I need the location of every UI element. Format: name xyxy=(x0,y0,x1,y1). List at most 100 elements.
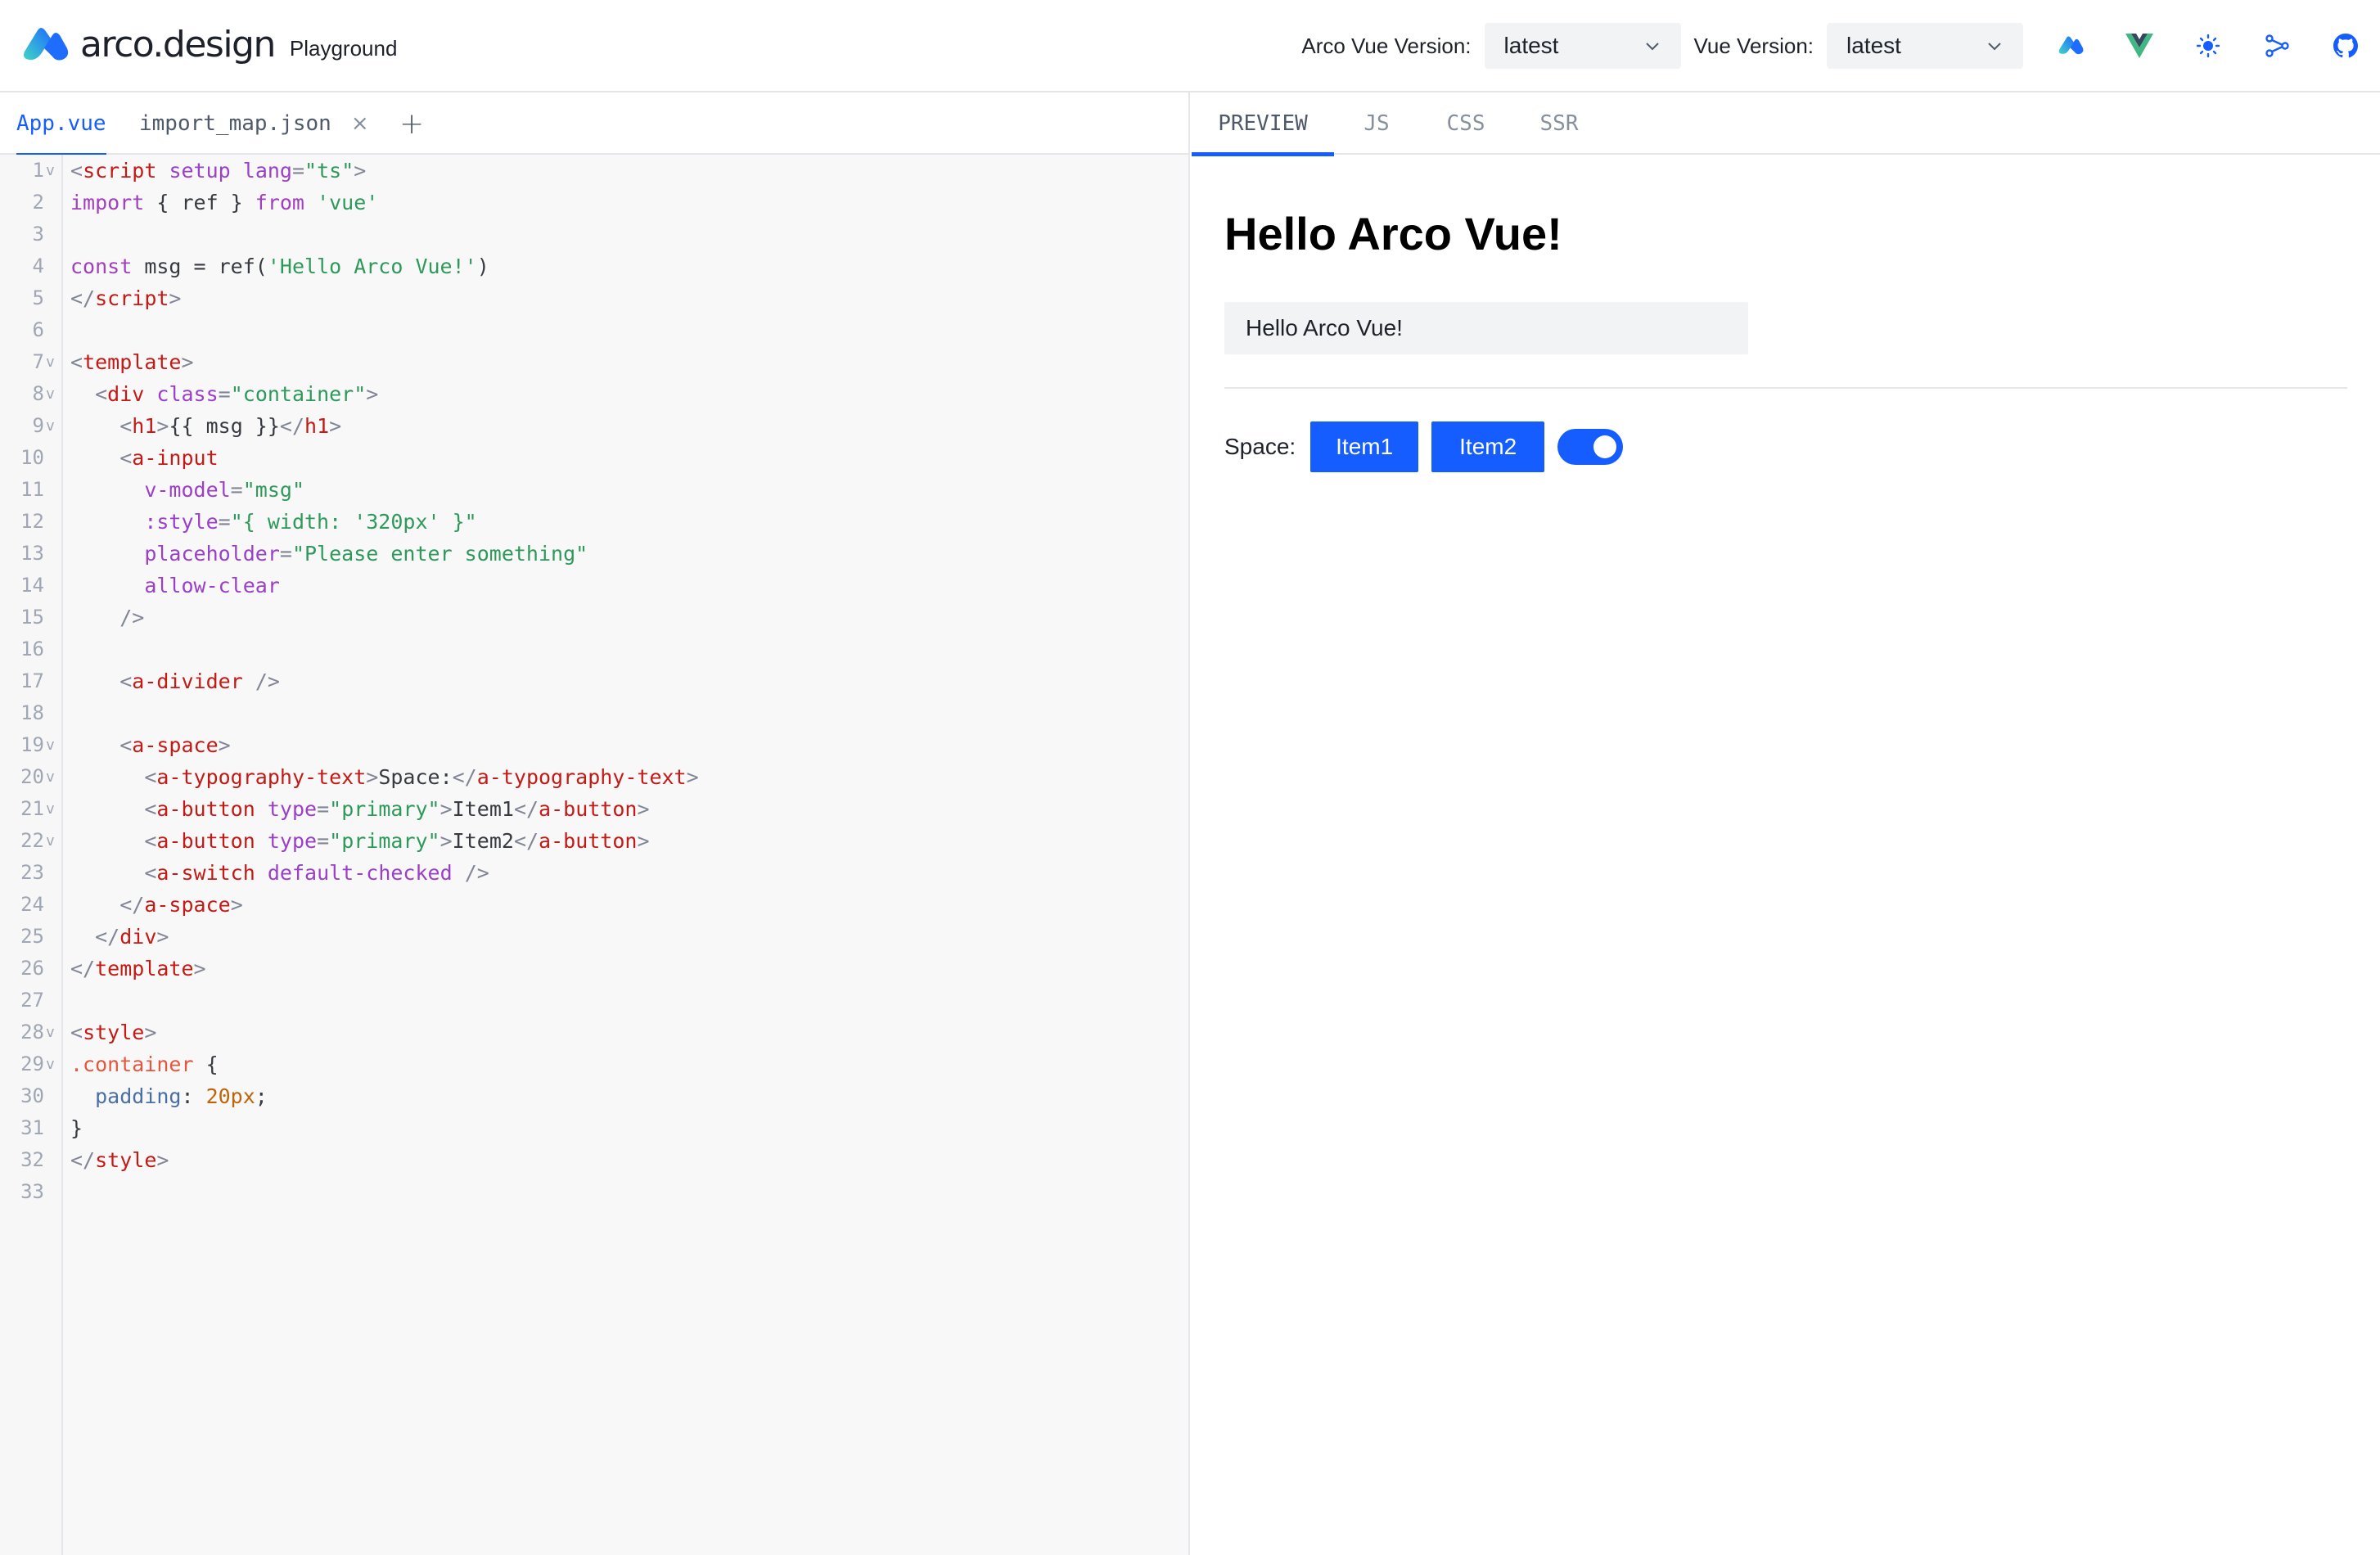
code-line[interactable]: 24 </a-space> xyxy=(20,889,1183,921)
close-icon[interactable]: × xyxy=(351,111,369,136)
preview-switch[interactable] xyxy=(1557,429,1624,465)
arco-link-button[interactable] xyxy=(2036,23,2105,69)
code-line[interactable]: 13 placeholder="Please enter something" xyxy=(20,538,1183,570)
code-token: > xyxy=(218,733,231,757)
fold-toggle-icon[interactable]: v xyxy=(46,378,55,410)
code-token: } xyxy=(70,1116,83,1140)
logo[interactable]: arco.design Playground xyxy=(20,21,397,69)
code-token: allow-clear xyxy=(144,574,280,597)
code-line[interactable]: 10 <a-input xyxy=(20,442,1183,474)
code-line[interactable]: 28 v <style> xyxy=(20,1016,1183,1048)
vue-link-button[interactable] xyxy=(2105,23,2174,69)
file-tab-app-vue[interactable]: App.vue xyxy=(16,92,106,156)
code-line[interactable]: 17 <a-divider /> xyxy=(20,665,1183,697)
code-token: a-typography-text xyxy=(156,765,367,789)
code-line[interactable]: 25 </div> xyxy=(20,921,1183,953)
line-number: 2 xyxy=(32,191,44,214)
fold-toggle-icon[interactable]: v xyxy=(46,155,55,187)
code-line[interactable]: 4 const msg = ref('Hello Arco Vue!') xyxy=(33,250,1183,282)
code-line[interactable]: 29 v .container { xyxy=(20,1048,1183,1080)
tab-ssr[interactable]: SSR xyxy=(1512,92,1606,155)
item1-button[interactable]: Item1 xyxy=(1310,421,1419,472)
code-token: > xyxy=(156,1148,169,1172)
theme-toggle-button[interactable] xyxy=(2174,23,2243,69)
code-line[interactable]: 22 v <a-button type="primary">Item2</a-bu… xyxy=(20,825,1183,857)
share-button[interactable] xyxy=(2243,23,2311,69)
code-line[interactable]: 8v <div class="container"> xyxy=(33,378,1183,410)
code-token: a-button xyxy=(156,829,255,853)
code-line[interactable]: 23 <a-switch default-checked /> xyxy=(20,857,1183,889)
fold-toggle-icon[interactable]: v xyxy=(46,1048,55,1080)
code-line[interactable]: 30 padding: 20px; xyxy=(20,1080,1183,1112)
fold-toggle-icon[interactable]: v xyxy=(46,346,55,378)
tab-js[interactable]: JS xyxy=(1334,92,1419,155)
code-line[interactable]: 5 </script> xyxy=(33,282,1183,314)
code-line[interactable]: 32 </style> xyxy=(20,1144,1183,1176)
code-line[interactable]: 19 v <a-space> xyxy=(20,729,1183,761)
code-line[interactable]: 11 v-model="msg" xyxy=(20,474,1183,506)
line-number: 9 xyxy=(32,414,44,437)
file-tabbar: App.vue import_map.json × + xyxy=(0,92,1188,156)
code-token: /> xyxy=(464,861,489,885)
tab-preview[interactable]: PREVIEW xyxy=(1192,92,1334,156)
preview-divider xyxy=(1224,387,2347,389)
code-line[interactable]: 16 xyxy=(20,633,1183,665)
code-token: > xyxy=(637,829,650,853)
item1-button-label: Item1 xyxy=(1336,434,1394,459)
code-token: : xyxy=(181,1084,206,1108)
code-token: </ xyxy=(70,957,96,980)
code-token: = xyxy=(218,510,231,534)
fold-toggle-icon[interactable]: v xyxy=(46,761,55,793)
line-number: 4 xyxy=(32,255,44,277)
file-tab-import-map[interactable]: import_map.json × xyxy=(139,92,369,155)
line-number: 28 xyxy=(20,1021,44,1043)
arco-logo-icon xyxy=(2058,36,2084,55)
code-line[interactable]: 14 allow-clear xyxy=(20,570,1183,602)
fold-toggle-icon[interactable]: v xyxy=(46,825,55,857)
code-line[interactable]: 2 import { ref } from 'vue' xyxy=(33,187,1183,219)
fold-toggle-icon[interactable]: v xyxy=(46,793,55,825)
item2-button[interactable]: Item2 xyxy=(1431,421,1545,472)
code-token: </ xyxy=(70,1148,96,1172)
code-token: > xyxy=(439,797,453,821)
code-line[interactable]: 26 </template> xyxy=(20,953,1183,985)
code-line[interactable]: 18 xyxy=(20,697,1183,729)
code-line[interactable]: 20 v <a-typography-text>Space:</a-typogra… xyxy=(20,761,1183,793)
code-line[interactable]: 1 v <script setup lang="ts"> xyxy=(33,155,1183,187)
brand-name: arco.design xyxy=(80,24,276,65)
code-line[interactable]: 12 :style="{ width: '320px' }" xyxy=(20,506,1183,538)
code-line[interactable]: 3 xyxy=(33,219,1183,250)
github-button[interactable] xyxy=(2311,23,2380,69)
code-area[interactable]: 1 v <script setup lang="ts"> 2 import { ref … xyxy=(20,155,1183,1208)
line-number: 33 xyxy=(20,1180,44,1203)
code-line[interactable]: 27 xyxy=(20,985,1183,1016)
code-editor[interactable]: 1 v <script setup lang="ts"> 2 import { ref … xyxy=(0,155,1188,1555)
fold-toggle-icon[interactable]: v xyxy=(46,410,55,442)
fold-toggle-icon[interactable]: v xyxy=(46,1016,55,1048)
fold-toggle-icon[interactable]: v xyxy=(46,729,55,761)
code-line[interactable]: 31} xyxy=(20,1112,1183,1144)
vue-version-select[interactable]: latest xyxy=(1827,23,2023,69)
code-line[interactable]: 9v <h1>{{ msg }}</h1> xyxy=(33,410,1183,442)
code-line[interactable]: 6 xyxy=(33,314,1183,346)
code-token: template xyxy=(95,957,194,980)
preview-input[interactable]: Hello Arco Vue! xyxy=(1224,302,1748,354)
add-file-button[interactable]: + xyxy=(399,92,424,155)
line-number: 24 xyxy=(20,893,44,916)
code-line[interactable]: 21 v <a-button type="primary">Item1</a-bu… xyxy=(20,793,1183,825)
code-token: < xyxy=(95,382,108,406)
code-token: > xyxy=(329,414,342,438)
arco-version-select[interactable]: latest xyxy=(1484,23,1681,69)
tab-css[interactable]: CSS xyxy=(1419,92,1512,155)
code-line[interactable]: 15 /> xyxy=(20,602,1183,633)
code-token: < xyxy=(144,765,157,789)
code-line[interactable]: 33 xyxy=(20,1176,1183,1208)
code-line[interactable]: 7 v <template> xyxy=(33,346,1183,378)
code-token: div xyxy=(119,925,157,949)
code-token: < xyxy=(144,861,157,885)
